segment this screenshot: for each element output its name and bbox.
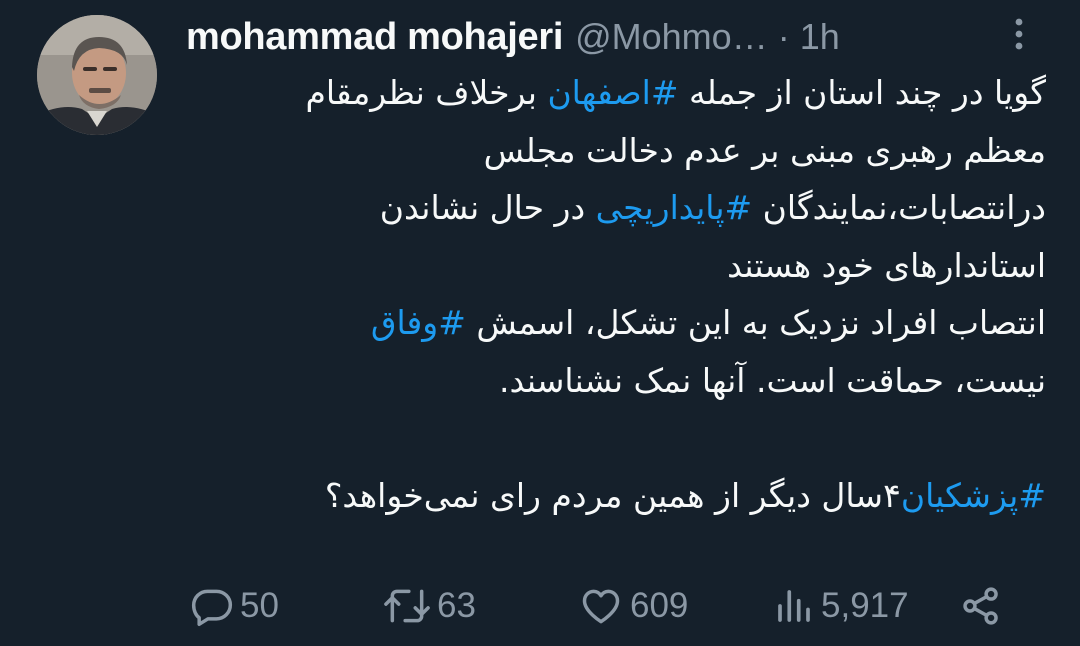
hashtag-link[interactable]: #پزشکیان: [901, 476, 1046, 515]
text-segment: نیست، حماقت است. آنها نمک نشناسند.: [499, 360, 1046, 400]
text-segment: گویا در چند استان از جمله: [678, 73, 1046, 112]
avatar[interactable]: [37, 15, 157, 135]
more-button[interactable]: [1003, 14, 1035, 58]
views-chart-icon: [773, 584, 815, 628]
share-icon: [958, 584, 1004, 628]
like-button[interactable]: 609: [578, 578, 688, 634]
hashtag-link[interactable]: #اصفهان: [547, 73, 678, 112]
user-handle[interactable]: @Mohmo…: [575, 16, 768, 58]
reply-icon: [190, 584, 234, 628]
tweet-text-line: #پزشکیان۴سال دیگر از همین مردم رای نمی‌خ…: [186, 467, 1046, 525]
share-button[interactable]: [958, 578, 1004, 634]
text-segment: در حال نشاندن: [379, 188, 596, 228]
like-count: 609: [630, 586, 689, 625]
tweet-text-line: انتصاب افراد نزدیک به این تشکل، اسمش #وف…: [186, 294, 1046, 352]
tweet-text-line: استاندارهای خود هستند: [186, 237, 1046, 295]
heart-icon: [578, 584, 624, 628]
hashtag-link[interactable]: #پایداریچی: [596, 188, 753, 227]
tweet[interactable]: mohammad mohajeri @Mohmo… · 1h گویا در چ…: [0, 0, 1080, 646]
tweet-text-line: نیست، حماقت است. آنها نمک نشناسند.: [186, 352, 1046, 410]
separator-dot: ·: [777, 16, 790, 57]
more-vertical-icon: [1014, 18, 1024, 54]
reply-button[interactable]: 50: [190, 578, 279, 634]
action-bar: 50 63 609 5,917: [190, 578, 1020, 634]
tweet-text-line: درانتصابات،نمایندگان #پایداریچی در حال ن…: [186, 179, 1046, 237]
text-segment: استاندارهای خود هستند: [727, 245, 1046, 285]
text-segment: انتصاب افراد نزدیک به این تشکل، اسمش: [465, 303, 1046, 343]
text-segment: درانتصابات،نمایندگان: [752, 188, 1046, 228]
retweet-button[interactable]: 63: [383, 578, 476, 634]
tweet-header: mohammad mohajeri @Mohmo… · 1h: [186, 14, 840, 60]
text-segment: ۴سال دیگر از همین مردم رای نمی‌خواهد؟: [324, 476, 901, 516]
views-button[interactable]: 5,917: [773, 578, 909, 634]
tweet-text-line: معظم رهبری مبنی بر عدم دخالت مجلس: [186, 122, 1046, 180]
tweet-text-line: گویا در چند استان از جمله #اصفهان برخلاف…: [186, 64, 1046, 122]
text-segment: معظم رهبری مبنی بر عدم دخالت مجلس: [483, 130, 1046, 170]
reply-count: 50: [240, 586, 279, 625]
view-count: 5,917: [821, 586, 909, 625]
tweet-text: گویا در چند استان از جمله #اصفهان برخلاف…: [186, 64, 1046, 525]
hashtag-link[interactable]: #وفاق: [371, 303, 466, 342]
retweet-count: 63: [437, 586, 476, 625]
avatar-photo: [37, 15, 157, 135]
timestamp[interactable]: 1h: [800, 16, 840, 58]
display-name[interactable]: mohammad mohajeri: [186, 16, 563, 59]
retweet-icon: [383, 584, 431, 628]
text-segment: برخلاف نظرمقام: [305, 73, 548, 112]
